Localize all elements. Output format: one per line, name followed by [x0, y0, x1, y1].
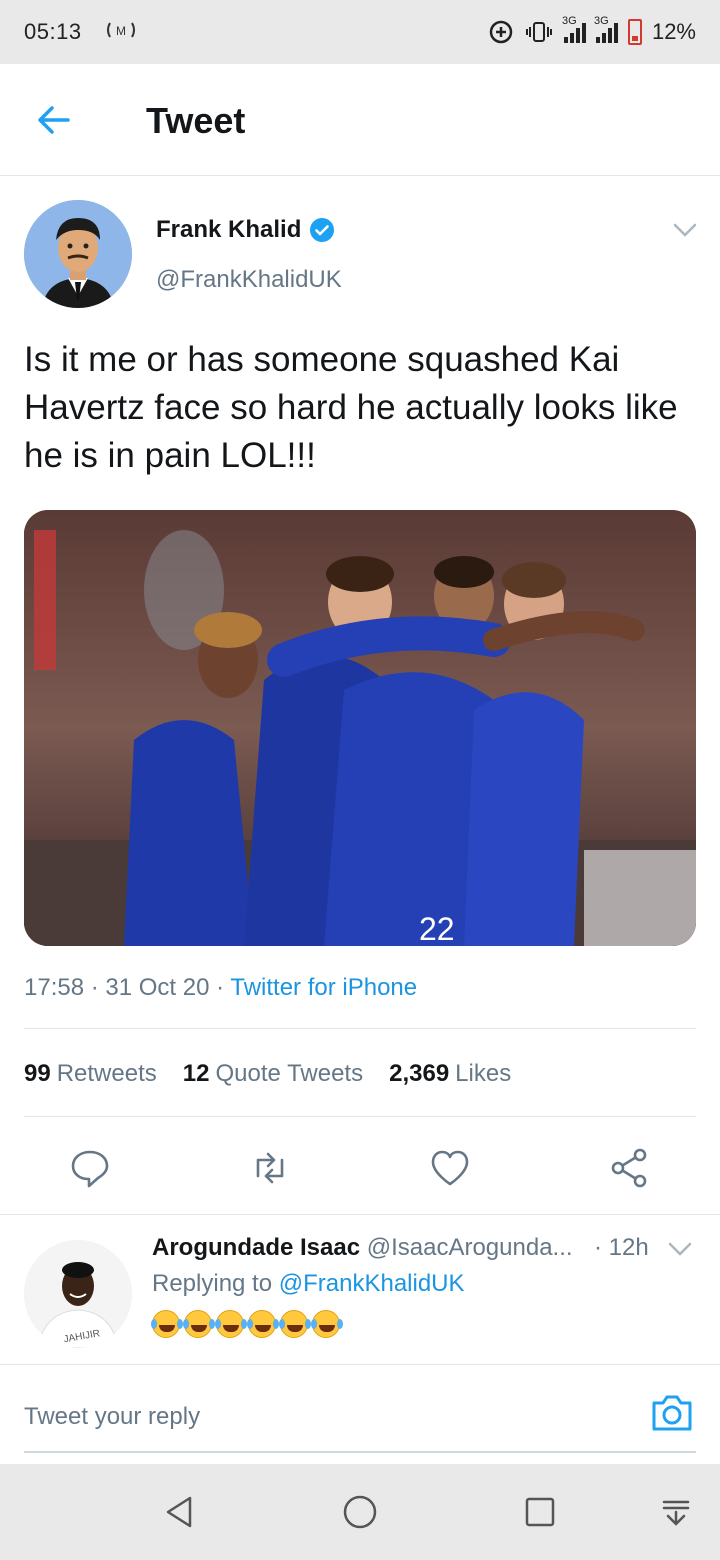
circle-home-icon: [343, 1495, 377, 1529]
share-button[interactable]: [608, 1146, 652, 1190]
replying-to-prefix: Replying to: [152, 1270, 279, 1297]
reply-author-name[interactable]: Arogundade Isaac: [152, 1234, 360, 1261]
reply-emoji-text: [151, 1310, 340, 1338]
author-avatar[interactable]: [24, 200, 132, 308]
top-app-bar: Tweet: [0, 64, 720, 176]
reply-header: Arogundade Isaac @IsaacArogunda...: [152, 1234, 573, 1262]
replying-to-mention[interactable]: @FrankKhalidUK: [279, 1270, 465, 1297]
quote-tweets-label: Quote Tweets: [215, 1060, 364, 1087]
tweet-time: 17:58: [24, 974, 85, 1001]
reply-composer: Tweet your reply: [0, 1364, 720, 1464]
status-time: 05:13: [24, 19, 82, 44]
chevron-down-icon: [668, 1242, 692, 1256]
rolling-on-floor-laughing-emoji: [279, 1310, 308, 1338]
svg-text:22: 22: [419, 911, 455, 946]
like-button[interactable]: [428, 1146, 472, 1190]
status-icons: 3G 3G 12%: [488, 15, 696, 45]
reply-avatar[interactable]: JAHIJIR: [24, 1240, 132, 1348]
battery-percent: 12%: [651, 19, 696, 44]
likes-label: Likes: [455, 1060, 512, 1087]
reply-options-button[interactable]: [666, 1240, 694, 1258]
author-handle[interactable]: @FrankKhalidUK: [156, 266, 342, 294]
rolling-on-floor-laughing-emoji: [151, 1310, 180, 1338]
retweets-stat[interactable]: 99 Retweets: [24, 1060, 157, 1088]
square-recents-icon: [525, 1497, 555, 1527]
likes-stat[interactable]: 2,369 Likes: [389, 1060, 511, 1088]
divider: [24, 1028, 696, 1029]
reply-input[interactable]: Tweet your reply: [24, 1403, 200, 1431]
tweet-options-button[interactable]: [670, 220, 700, 240]
signal-strength-icon-2: 3G: [594, 15, 618, 43]
back-button[interactable]: [34, 102, 74, 138]
tweet-actions: [0, 1140, 720, 1192]
nav-home-button[interactable]: [340, 1492, 380, 1532]
arrow-left-icon: [38, 106, 70, 134]
rolling-on-floor-laughing-emoji: [311, 1310, 340, 1338]
replying-to: Replying to @FrankKhalidUK: [152, 1270, 465, 1298]
retweets-label: Retweets: [56, 1060, 157, 1087]
battery-icon: [627, 19, 642, 45]
reply-button[interactable]: [68, 1146, 112, 1190]
nav-recents-button[interactable]: [520, 1492, 560, 1532]
reply-timestamp: · 12h: [594, 1234, 649, 1261]
svg-text:M: M: [116, 24, 126, 38]
tweet-date: 31 Oct 20: [105, 974, 210, 1001]
notification-pulldown-icon: [662, 1500, 690, 1526]
quote-tweets-count: 12: [182, 1060, 210, 1087]
reply-icon: [71, 1150, 109, 1188]
system-navigation-bar: [0, 1464, 720, 1560]
rolling-on-floor-laughing-emoji: [247, 1310, 276, 1338]
heart-icon: [431, 1150, 469, 1186]
reply-author-handle[interactable]: @IsaacArogunda...: [367, 1234, 573, 1261]
tweet-source-link[interactable]: Twitter for iPhone: [230, 974, 417, 1001]
page-title: Tweet: [146, 100, 246, 141]
likes-count: 2,369: [389, 1060, 450, 1087]
tweet-text: Is it me or has someone squashed Kai Hav…: [24, 340, 678, 475]
chevron-down-icon: [673, 223, 697, 237]
network-type-2: 3G: [593, 15, 609, 27]
nav-menu-button[interactable]: [656, 1492, 696, 1532]
status-bar: 05:13 M 3G 3G 12%: [0, 0, 720, 64]
verified-badge-icon: [310, 218, 335, 242]
tweet-stats: 99 Retweets 12 Quote Tweets 2,369 Likes: [24, 1060, 511, 1088]
section-divider: [0, 1214, 720, 1215]
triangle-back-icon: [166, 1496, 192, 1528]
cast-icon: M: [104, 20, 138, 45]
share-icon: [611, 1148, 647, 1188]
author-name: Frank Khalid: [156, 216, 302, 243]
divider: [24, 1116, 696, 1117]
network-type-1: 3G: [561, 15, 577, 27]
retweet-icon: [256, 1152, 284, 1184]
retweet-button[interactable]: [248, 1146, 292, 1190]
data-saver-icon: [488, 19, 514, 45]
vibrate-icon: [524, 21, 554, 43]
input-underline: [24, 1451, 696, 1453]
tweet-timestamp: 17:58 · 31 Oct 20 · Twitter for iPhone: [24, 974, 418, 1001]
nav-back-button[interactable]: [160, 1492, 200, 1532]
tweet-photo[interactable]: 22: [24, 510, 696, 946]
camera-icon: [652, 1395, 692, 1431]
quote-tweets-stat[interactable]: 12 Quote Tweets: [183, 1060, 363, 1088]
rolling-on-floor-laughing-emoji: [183, 1310, 212, 1338]
retweets-count: 99: [24, 1060, 51, 1087]
add-photo-button[interactable]: [650, 1393, 694, 1433]
signal-strength-icon: 3G: [562, 15, 586, 43]
author-name-row[interactable]: Frank Khalid: [156, 216, 335, 244]
rolling-on-floor-laughing-emoji: [215, 1310, 244, 1338]
